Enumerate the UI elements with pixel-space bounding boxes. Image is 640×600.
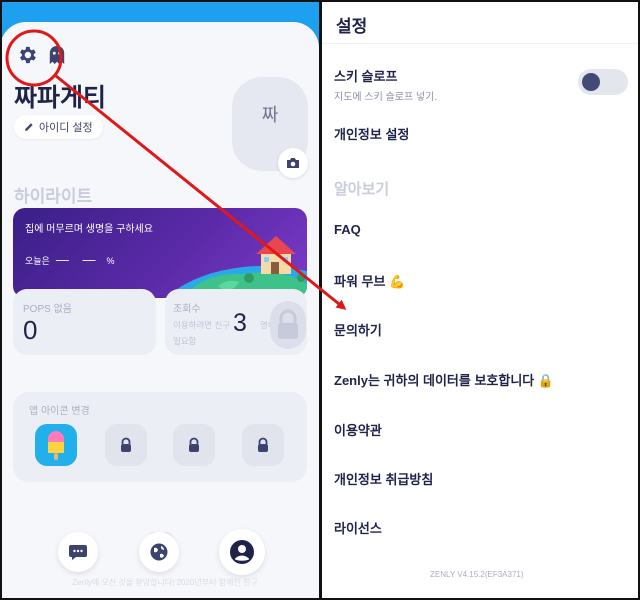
data-protect-item[interactable]: Zenly는 귀하의 데이터를 보호합니다 🔒 — [334, 370, 554, 389]
earth-house-illustration — [166, 236, 307, 298]
profile-icon — [230, 540, 254, 564]
pops-value: 0 — [23, 315, 38, 345]
app-icon-title: 앱 아이콘 변경 — [29, 406, 90, 417]
ski-slope-sub: 지도에 스키 슬로프 넣기. — [334, 92, 438, 103]
nav-chat-button[interactable] — [58, 532, 98, 572]
settings-title: 설정 — [336, 17, 368, 36]
power-moves-item[interactable]: 파워 무브 💪 — [334, 271, 405, 290]
pencil-icon — [25, 123, 33, 131]
pops-label: POPS 없음 — [23, 304, 72, 315]
app-icon-panel: 앱 아이콘 변경 — [13, 392, 307, 482]
settings-header: 설정 — [322, 0, 640, 44]
flexed-biceps-icon: 💪 — [389, 274, 406, 289]
set-id-button[interactable]: 아이디 설정 — [14, 115, 103, 139]
ghost-icon[interactable] — [48, 45, 66, 65]
nav-profile-button[interactable] — [219, 529, 265, 575]
licenses-item[interactable]: 라이선스 — [334, 518, 382, 537]
lock-emoji-icon: 🔒 — [537, 373, 555, 388]
learn-section-title: 알아보기 — [334, 181, 390, 198]
privacy-policy-item[interactable]: 개인정보 취급방침 — [334, 469, 433, 488]
ski-slope-label: 스키 슬로프 — [334, 69, 398, 84]
settings-screen: 설정 스키 슬로프 지도에 스키 슬로프 넣기. 개인정보 설정 알아보기 FA… — [322, 0, 640, 600]
lock-icon — [278, 309, 298, 339]
views-sub-left2: 필요함 — [173, 336, 197, 346]
lock-icon — [189, 437, 199, 452]
privacy-settings-item[interactable]: 개인정보 설정 — [334, 124, 409, 143]
nav-map-button[interactable] — [139, 532, 179, 572]
ski-slope-toggle[interactable] — [578, 69, 628, 95]
profile-card: 짜파게티 아이디 설정 짜 하이라이트 집에 머무르며 생명을 구하세요 오늘은… — [0, 22, 319, 600]
popsicle-icon — [48, 431, 64, 460]
app-version: ZENLY V4.15.2(EF3A371) — [430, 570, 524, 579]
globe-icon — [150, 543, 168, 561]
camera-icon — [287, 158, 299, 168]
profile-screen: 짜파게티 아이디 설정 짜 하이라이트 집에 머무르며 생명을 구하세요 오늘은… — [0, 0, 319, 600]
power-moves-label: 파워 무브 — [334, 274, 386, 289]
camera-button[interactable] — [278, 148, 308, 178]
views-lock-bg — [270, 301, 306, 349]
highlight-banner[interactable]: 집에 머무르며 생명을 구하세요 오늘은 — — % — [13, 208, 307, 298]
pops-card[interactable]: POPS 없음 0 — [13, 289, 156, 355]
chat-icon — [69, 545, 87, 560]
top-icons — [16, 44, 66, 66]
footer-faded-text: Zenly에 오신 것을 환영합니다! 2020년부터 함께한 친구 — [72, 578, 258, 587]
views-card[interactable]: 조회수 이용하려면 친구 필요함 3 명이 더 — [165, 289, 307, 355]
avatar-initial: 짜 — [261, 105, 279, 125]
profile-name: 짜파게티 — [14, 84, 107, 112]
views-sub-left: 이용하려면 친구 — [173, 320, 231, 330]
lock-icon — [121, 437, 131, 452]
faq-item[interactable]: FAQ — [334, 222, 361, 237]
app-icon-locked-2[interactable] — [173, 424, 215, 466]
highlight-title: 하이라이트 — [14, 187, 93, 206]
app-icon-popsicle[interactable] — [35, 424, 77, 466]
app-icon-locked-1[interactable] — [105, 424, 147, 466]
gear-icon[interactable] — [16, 44, 38, 66]
terms-item[interactable]: 이용약관 — [334, 420, 382, 439]
app-icon-locked-3[interactable] — [242, 424, 284, 466]
data-protect-label: Zenly는 귀하의 데이터를 보호합니다 — [334, 373, 535, 388]
views-label: 조회수 — [173, 304, 201, 315]
lock-icon — [258, 437, 268, 452]
set-id-label: 아이디 설정 — [39, 122, 93, 134]
contact-item[interactable]: 문의하기 — [334, 320, 382, 339]
views-value: 3 — [233, 309, 247, 337]
toggle-knob — [582, 73, 600, 91]
